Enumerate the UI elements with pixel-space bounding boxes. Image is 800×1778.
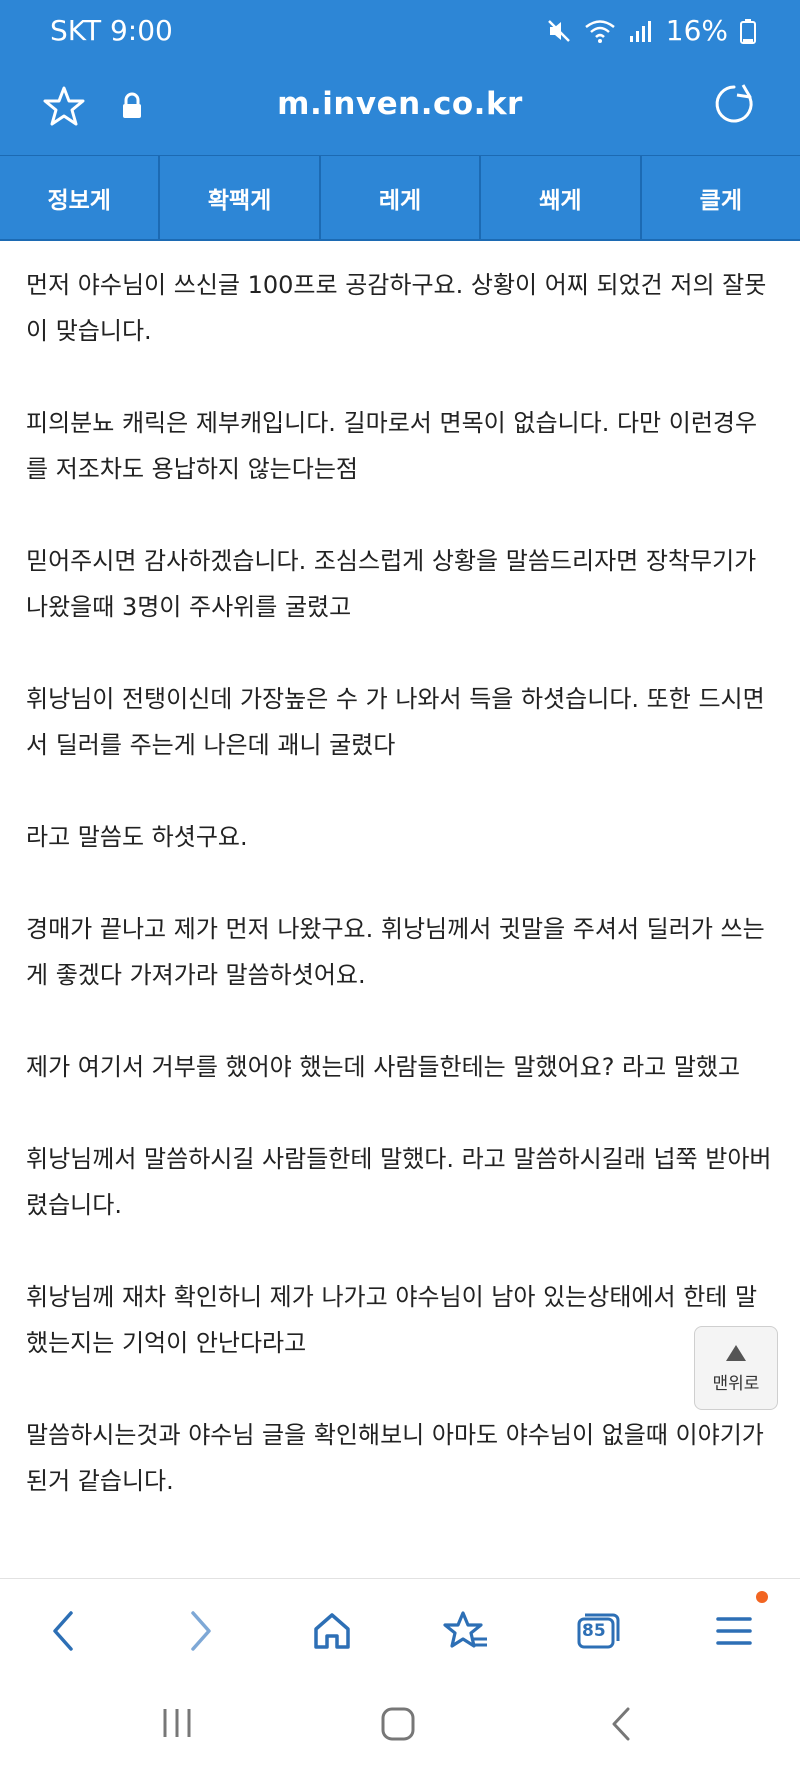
chevron-right-icon bbox=[191, 1611, 211, 1651]
tab-swae-board[interactable]: 쐐게 bbox=[481, 156, 642, 239]
chevron-left-icon bbox=[53, 1611, 73, 1651]
tab-class-board[interactable]: 클게 bbox=[642, 156, 800, 239]
reload-icon[interactable] bbox=[712, 82, 756, 126]
url-field[interactable]: m.inven.co.kr bbox=[0, 86, 800, 122]
back-button[interactable] bbox=[38, 1605, 90, 1657]
square-home-icon bbox=[381, 1707, 415, 1741]
menu-button[interactable] bbox=[708, 1591, 768, 1657]
status-bar: SKT 9:00 16% bbox=[0, 0, 800, 66]
article-paragraph: 먼저 야수님이 쓰신글 100프로 공감하구요. 상황이 어찌 되었건 저의 잘… bbox=[26, 271, 767, 345]
article-paragraph: 경매가 끝나고 제가 먼저 나왔구요. 휘낭님께서 귓말을 주셔서 딜러가 쓰는… bbox=[26, 915, 765, 989]
mute-icon bbox=[547, 19, 570, 42]
browser-bottom-toolbar: 85 bbox=[0, 1578, 800, 1679]
system-back-button[interactable] bbox=[608, 1706, 634, 1742]
status-icons: 16% bbox=[546, 14, 756, 47]
tabs-button[interactable]: 85 bbox=[572, 1605, 624, 1657]
home-button[interactable] bbox=[306, 1605, 358, 1657]
tab-raid-board[interactable]: 레게 bbox=[321, 156, 482, 239]
recent-apps-button[interactable] bbox=[160, 1706, 194, 1740]
article-paragraph: 믿어주시면 감사하겠습니다. 조심스럽게 상황을 말씀드리자면 장착무기가 나왔… bbox=[26, 547, 757, 621]
bookmarks-button[interactable] bbox=[440, 1605, 492, 1657]
up-triangle-icon bbox=[726, 1344, 746, 1361]
tab-info-board[interactable]: 정보게 bbox=[0, 156, 161, 239]
browser-header: SKT 9:00 16% m.inven.co.kr bbox=[0, 0, 800, 155]
notification-dot bbox=[756, 1591, 768, 1603]
article-body: 먼저 야수님이 쓰신글 100프로 공감하구요. 상황이 어찌 되었건 저의 잘… bbox=[26, 262, 776, 1550]
article-paragraph: 휘낭님께 재차 확인하니 제가 나가고 야수님이 남아 있는상태에서 한테 말했… bbox=[26, 1283, 758, 1357]
article-paragraph: 휘낭님이 전탱이신데 가장높은 수 가 나와서 득을 하셧습니다. 또한 드시면… bbox=[26, 685, 765, 759]
tab-count: 85 bbox=[582, 1621, 606, 1641]
scroll-to-top-label: 맨위로 bbox=[712, 1373, 760, 1394]
article-paragraph: 휘낭님께서 말씀하시길 사람들한테 말했다. 라고 말씀하시길래 넙쭉 받아버렸… bbox=[26, 1145, 772, 1219]
battery-icon bbox=[740, 18, 756, 44]
article-paragraph: 제가 여기서 거부를 했어야 했는데 사람들한테는 말했어요? 라고 말했고 bbox=[26, 1053, 741, 1081]
home-icon bbox=[314, 1613, 350, 1649]
carrier-time: SKT 9:00 bbox=[50, 14, 173, 47]
address-bar: m.inven.co.kr bbox=[0, 70, 800, 144]
system-navigation-bar bbox=[0, 1680, 800, 1778]
article-paragraph: 라고 말씀도 하셧구요. bbox=[26, 823, 248, 851]
forward-button[interactable] bbox=[174, 1605, 226, 1657]
bookmark-star-icon bbox=[443, 1611, 487, 1648]
menu-icon bbox=[716, 1617, 752, 1645]
battery-percent: 16% bbox=[665, 14, 728, 47]
article-paragraph: 피의분뇨 캐릭은 제부캐입니다. 길마로서 면목이 없습니다. 다만 이런경우를… bbox=[26, 409, 758, 483]
article-paragraph: 말씀하시는것과 야수님 글을 확인해보니 아마도 야수님이 없을때 이야기가 된… bbox=[26, 1421, 764, 1495]
wifi-icon bbox=[584, 19, 615, 43]
board-tabs: 정보게 확팩게 레게 쐐게 클게 bbox=[0, 155, 800, 241]
scroll-to-top-button[interactable]: 맨위로 bbox=[694, 1326, 778, 1410]
tab-expansion-board[interactable]: 확팩게 bbox=[160, 156, 321, 239]
recent-apps-icon bbox=[163, 1709, 191, 1737]
back-chevron-icon bbox=[612, 1707, 630, 1741]
signal-icon bbox=[629, 20, 651, 42]
system-home-button[interactable] bbox=[380, 1706, 416, 1742]
